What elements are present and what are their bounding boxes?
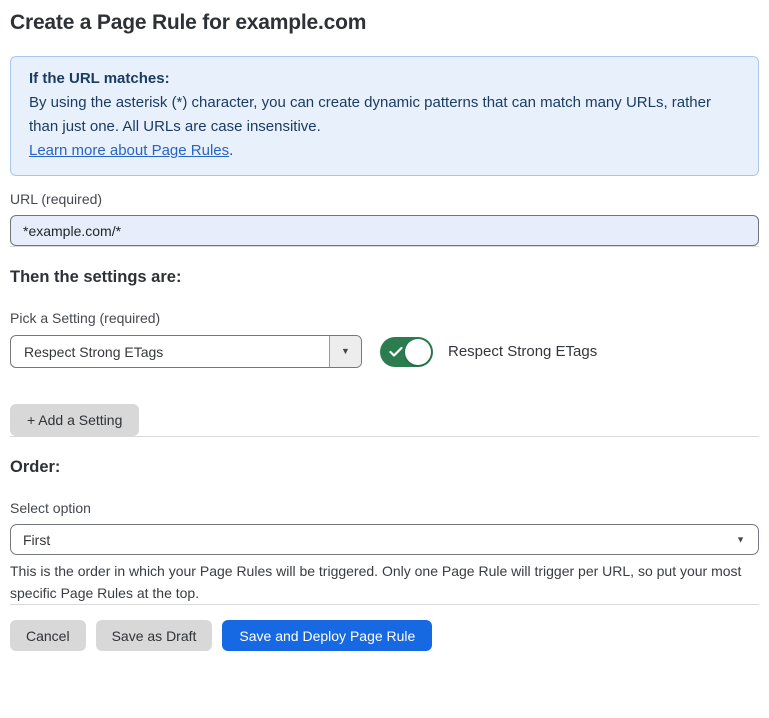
save-deploy-button[interactable]: Save and Deploy Page Rule [222,620,432,651]
info-box-link-line: Learn more about Page Rules. [29,139,740,163]
divider [10,604,759,605]
settings-heading: Then the settings are: [10,267,759,288]
page-title: Create a Page Rule for example.com [10,10,759,36]
setting-select-arrow-button[interactable]: ▼ [329,336,361,367]
add-setting-button[interactable]: + Add a Setting [10,404,139,436]
setting-select[interactable]: Respect Strong ETags ▼ [10,335,362,368]
select-option-label: Select option [10,500,759,517]
toggle-label: Respect Strong ETags [448,343,597,360]
save-draft-button[interactable]: Save as Draft [96,620,213,651]
divider [10,246,759,247]
setting-row: Respect Strong ETags ▼ Respect Strong ET… [10,335,759,368]
check-icon [389,346,403,357]
url-input[interactable] [10,215,759,246]
toggle-knob[interactable] [405,339,431,365]
order-select[interactable]: First ▼ [10,524,759,555]
order-select-value: First [11,532,758,548]
cancel-button[interactable]: Cancel [10,620,86,651]
info-box-body: By using the asterisk (*) character, you… [29,91,740,139]
url-label: URL (required) [10,191,759,208]
etag-toggle[interactable] [380,337,433,367]
link-period: . [229,142,233,159]
pick-setting-label: Pick a Setting (required) [10,310,759,327]
footer-actions: Cancel Save as Draft Save and Deploy Pag… [10,620,759,651]
caret-down-icon: ▼ [341,347,350,356]
divider [10,436,759,437]
setting-select-value: Respect Strong ETags [11,344,329,360]
create-page-rule-form: Create a Page Rule for example.com If th… [0,0,769,667]
learn-more-link[interactable]: Learn more about Page Rules [29,142,229,159]
order-heading: Order: [10,457,759,478]
caret-down-icon: ▼ [736,535,745,544]
info-box-heading: If the URL matches: [29,67,740,91]
url-match-info-box: If the URL matches: By using the asteris… [10,56,759,176]
order-help-text: This is the order in which your Page Rul… [10,560,759,604]
